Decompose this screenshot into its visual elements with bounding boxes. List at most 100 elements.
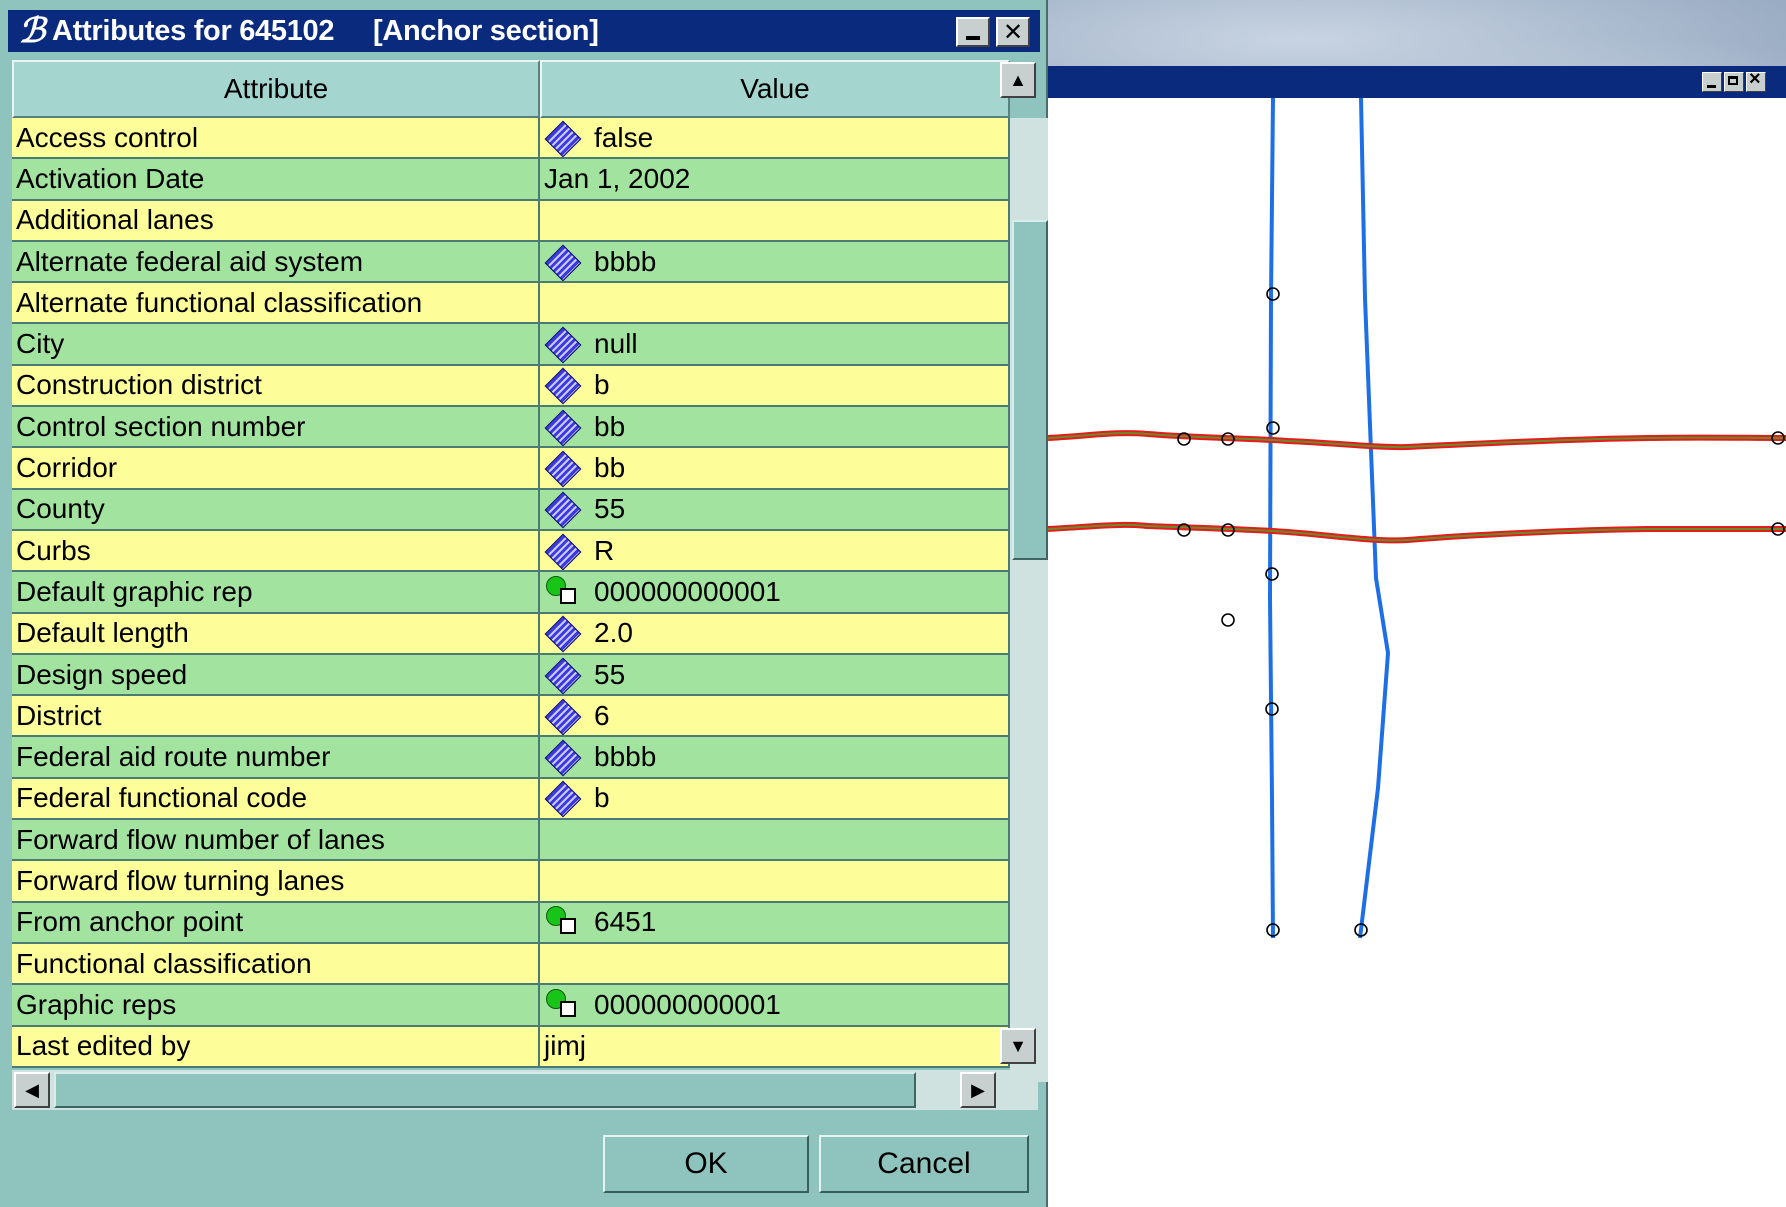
table-row[interactable]: Curbs R <box>12 530 1010 573</box>
value-cell[interactable]: jimj <box>540 1026 1010 1068</box>
table-row[interactable]: Functional classification <box>12 943 1010 986</box>
attribute-cell[interactable]: Federal functional code <box>12 778 540 821</box>
value-cell[interactable] <box>540 943 1010 986</box>
attribute-cell[interactable]: Graphic reps <box>12 985 540 1027</box>
anchor-point[interactable] <box>1221 613 1235 627</box>
table-row[interactable]: Graphic reps 000000000001 <box>12 985 1010 1027</box>
value-cell[interactable]: bbbb <box>540 737 1010 779</box>
value-cell[interactable]: bb <box>540 448 1010 490</box>
table-row[interactable]: Corridor bb <box>12 448 1010 490</box>
table-row[interactable]: Alternate functional classification <box>12 283 1010 325</box>
table-row[interactable]: Additional lanes <box>12 200 1010 242</box>
attribute-cell[interactable]: Forward flow number of lanes <box>12 820 540 862</box>
attribute-cell[interactable]: Corridor <box>12 448 540 490</box>
attribute-cell[interactable]: Alternate federal aid system <box>12 241 540 284</box>
table-row[interactable]: Access control false <box>12 118 1010 160</box>
road-line[interactable] <box>1358 98 1391 939</box>
table-row[interactable]: District 6 <box>12 696 1010 738</box>
scroll-up-button[interactable]: ▲ <box>1000 62 1036 98</box>
horizontal-scroll-thumb[interactable] <box>54 1072 916 1108</box>
vertical-scrollbar[interactable] <box>1010 118 1050 1082</box>
table-row[interactable]: Default length 2.0 <box>12 613 1010 655</box>
scroll-right-button[interactable]: ▶ <box>960 1072 996 1108</box>
table-row[interactable]: Federal aid route number bbbb <box>12 737 1010 779</box>
table-row[interactable]: Federal functional code b <box>12 778 1010 821</box>
table-row[interactable]: Alternate federal aid system bbbb <box>12 241 1010 284</box>
attribute-cell[interactable]: Functional classification <box>12 943 540 986</box>
attribute-cell[interactable]: Federal aid route number <box>12 737 540 779</box>
scroll-left-button[interactable]: ◀ <box>14 1072 50 1108</box>
column-header-value[interactable]: Value <box>540 60 1010 118</box>
table-row[interactable]: Design speed 55 <box>12 654 1010 697</box>
attribute-cell[interactable]: From anchor point <box>12 902 540 944</box>
value-cell[interactable]: 6 <box>540 696 1010 738</box>
close-button[interactable]: ✕ <box>996 17 1030 47</box>
road-line[interactable] <box>1267 98 1275 939</box>
table-row[interactable]: City null <box>12 324 1010 366</box>
vertical-scroll-thumb[interactable] <box>1012 220 1048 560</box>
horizontal-scrollbar[interactable]: ◀ ▶ <box>12 1070 1038 1110</box>
value-cell[interactable]: 2.0 <box>540 613 1010 655</box>
ok-button[interactable]: OK <box>603 1135 809 1193</box>
attribute-cell[interactable]: Default graphic rep <box>12 572 540 614</box>
value-cell[interactable]: Jan 1, 2002 <box>540 159 1010 201</box>
value-text: 6451 <box>594 906 657 938</box>
value-cell[interactable]: bb <box>540 407 1010 449</box>
value-cell[interactable] <box>540 861 1010 903</box>
attribute-cell[interactable]: Access control <box>12 118 540 160</box>
value-text: bb <box>594 410 626 442</box>
attribute-cell[interactable]: Control section number <box>12 407 540 449</box>
table-row[interactable]: Forward flow number of lanes <box>12 820 1010 862</box>
value-cell[interactable]: 000000000001 <box>540 572 1010 614</box>
column-header-attribute[interactable]: Attribute <box>12 60 540 118</box>
arrow-right-icon: ▶ <box>971 1079 985 1100</box>
attribute-cell[interactable]: Last edited by <box>12 1026 540 1068</box>
attribute-cell[interactable]: Design speed <box>12 654 540 697</box>
map-close-button[interactable] <box>1746 68 1766 92</box>
table-row[interactable]: Construction district b <box>12 365 1010 408</box>
value-cell[interactable]: 000000000001 <box>540 985 1010 1027</box>
scroll-down-button[interactable]: ▼ <box>1000 1028 1036 1064</box>
attribute-cell[interactable]: District <box>12 696 540 738</box>
value-cell[interactable] <box>540 820 1010 862</box>
table-row[interactable]: Activation Date Jan 1, 2002 <box>12 159 1010 201</box>
value-text: bb <box>594 452 626 484</box>
attribute-cell[interactable]: Additional lanes <box>12 200 540 242</box>
attribute-cell[interactable]: Alternate functional classification <box>12 283 540 325</box>
value-cell[interactable] <box>540 283 1010 325</box>
table-row[interactable]: Last edited by jimj <box>12 1026 1010 1068</box>
dialog-titlebar[interactable]: ℬ Attributes for 645102 [Anchor section]… <box>8 10 1040 52</box>
value-cell[interactable] <box>540 200 1010 242</box>
attribute-cell[interactable]: Curbs <box>12 530 540 573</box>
table-row[interactable]: Control section number bb <box>12 407 1010 449</box>
attribute-cell[interactable]: Forward flow turning lanes <box>12 861 540 903</box>
value-text: bbbb <box>594 245 657 277</box>
attribute-cell[interactable]: Activation Date <box>12 159 540 201</box>
value-text: 000000000001 <box>594 988 781 1020</box>
value-cell[interactable]: false <box>540 118 1010 160</box>
map-window-titlebar[interactable] <box>1048 66 1786 98</box>
table-row[interactable]: Forward flow turning lanes <box>12 861 1010 903</box>
map-canvas[interactable] <box>1048 98 1786 1207</box>
value-cell[interactable]: 6451 <box>540 902 1010 944</box>
reference-icon <box>544 575 582 608</box>
table-row[interactable]: From anchor point 6451 <box>12 902 1010 944</box>
cancel-button[interactable]: Cancel <box>819 1135 1029 1193</box>
value-cell[interactable]: b <box>540 778 1010 821</box>
value-cell[interactable]: 55 <box>540 654 1010 697</box>
value-icon <box>544 409 582 447</box>
attribute-cell[interactable]: County <box>12 489 540 531</box>
table-row[interactable]: County 55 <box>12 489 1010 531</box>
minimize-button[interactable] <box>956 17 990 47</box>
value-cell[interactable]: bbbb <box>540 241 1010 284</box>
value-cell[interactable]: b <box>540 365 1010 408</box>
attribute-cell[interactable]: Construction district <box>12 365 540 408</box>
value-cell[interactable]: 55 <box>540 489 1010 531</box>
attribute-cell[interactable]: Default length <box>12 613 540 655</box>
value-cell[interactable]: R <box>540 530 1010 573</box>
map-minimize-button[interactable] <box>1702 72 1722 92</box>
table-row[interactable]: Default graphic rep 000000000001 <box>12 572 1010 614</box>
attribute-cell[interactable]: City <box>12 324 540 366</box>
map-maximize-button[interactable] <box>1724 72 1744 92</box>
value-cell[interactable]: null <box>540 324 1010 366</box>
